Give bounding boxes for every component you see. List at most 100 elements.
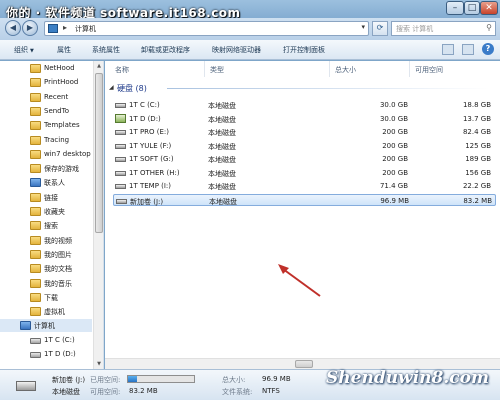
sidebar-item[interactable]: win7 desktop bbox=[0, 148, 92, 161]
group-divider bbox=[167, 88, 489, 89]
group-header-hard-disks[interactable]: 硬盘 (8) bbox=[117, 83, 147, 94]
properties-button[interactable]: 属性 bbox=[57, 45, 71, 55]
column-header-total-size[interactable]: 总大小 bbox=[330, 61, 410, 77]
sidebar-item[interactable]: Templates bbox=[0, 119, 92, 132]
drive-row[interactable]: 1T TEMP (I:) 本地磁盘 71.4 GB 22.2 GB bbox=[113, 180, 496, 192]
forward-button[interactable]: ▶ bbox=[22, 20, 38, 36]
chevron-down-icon[interactable]: ▾ bbox=[361, 23, 365, 31]
drive-type: 本地磁盘 bbox=[208, 129, 236, 137]
drive-icon bbox=[115, 143, 126, 149]
scroll-up-icon[interactable]: ▲ bbox=[94, 61, 103, 71]
sidebar-item[interactable]: 收藏夹 bbox=[0, 205, 92, 218]
sidebar-item[interactable]: 1T C (C:) bbox=[0, 334, 92, 347]
sidebar-item[interactable]: 1T D (D:) bbox=[0, 348, 92, 361]
breadcrumb-separator-icon[interactable]: ▸ bbox=[63, 23, 67, 32]
column-header-free-space[interactable]: 可用空间 bbox=[410, 61, 495, 77]
drive-row[interactable]: 1T PRO (E:) 本地磁盘 200 GB 82.4 GB bbox=[113, 126, 496, 138]
back-button[interactable]: ◀ bbox=[5, 20, 21, 36]
scrollbar-thumb[interactable] bbox=[295, 360, 313, 368]
sidebar-item[interactable]: 搜索 bbox=[0, 219, 92, 232]
folder-icon bbox=[30, 106, 41, 116]
drive-type: 本地磁盘 bbox=[208, 115, 236, 124]
sidebar-item[interactable]: Tracing bbox=[0, 134, 92, 147]
organize-button[interactable]: 组织 ▼ bbox=[14, 45, 34, 55]
folder-icon bbox=[30, 121, 41, 131]
sidebar-item-label: 我的文档 bbox=[44, 265, 72, 274]
sidebar-item[interactable]: SendTo bbox=[0, 105, 92, 118]
breadcrumb-computer[interactable]: 计算机 bbox=[75, 24, 96, 34]
collapse-arrow-icon[interactable]: ◢ bbox=[109, 84, 114, 91]
drive-row[interactable]: 1T C (C:) 本地磁盘 30.0 GB 18.8 GB bbox=[113, 99, 496, 111]
search-icon[interactable]: ⚲ bbox=[486, 23, 492, 32]
sidebar-item[interactable]: 保存的游戏 bbox=[0, 162, 92, 175]
sidebar-item[interactable]: 虚拟机 bbox=[0, 305, 92, 318]
sidebar-item[interactable]: 下载 bbox=[0, 291, 92, 304]
sidebar-item[interactable]: 我的文档 bbox=[0, 262, 92, 275]
column-header-name[interactable]: 名称 bbox=[110, 61, 205, 77]
drive-free-space: 83.2 MB bbox=[463, 196, 492, 205]
drive-row[interactable]: 新加卷 (J:) 本地磁盘 96.9 MB 83.2 MB bbox=[113, 193, 496, 206]
column-header-type[interactable]: 类型 bbox=[205, 61, 330, 77]
minimize-button[interactable]: – bbox=[446, 1, 464, 15]
folder-icon bbox=[30, 278, 41, 288]
details-drive-name: 新加卷 (J:) bbox=[52, 376, 86, 384]
drive-icon bbox=[30, 337, 41, 344]
drive-total-size: 200 GB bbox=[382, 168, 408, 177]
sidebar-item[interactable]: NetHood bbox=[0, 62, 92, 75]
drive-total-size: 200 GB bbox=[382, 141, 408, 150]
folder-icon bbox=[30, 192, 41, 202]
system-properties-button[interactable]: 系统属性 bbox=[92, 45, 120, 55]
drive-row[interactable]: 1T D (D:) 本地磁盘 30.0 GB 13.7 GB bbox=[113, 113, 496, 125]
search-input[interactable]: 搜索 计算机 ⚲ bbox=[391, 21, 496, 36]
drive-type: 本地磁盘 bbox=[208, 142, 236, 151]
scroll-down-icon[interactable]: ▼ bbox=[94, 359, 103, 369]
sidebar-item[interactable]: PrintHood bbox=[0, 76, 92, 89]
sidebar-item-label: 我的图片 bbox=[44, 250, 72, 259]
drive-total-size: 71.4 GB bbox=[379, 182, 408, 190]
help-icon[interactable]: ? bbox=[482, 43, 494, 55]
sidebar-item[interactable]: 我的图片 bbox=[0, 248, 92, 261]
drive-row[interactable]: 1T YULE (F:) 本地磁盘 200 GB 125 GB bbox=[113, 140, 496, 152]
drive-type: 本地磁盘 bbox=[208, 169, 236, 178]
drive-type: 本地磁盘 bbox=[208, 156, 236, 164]
refresh-button[interactable]: ⟳ bbox=[372, 21, 388, 36]
address-row: ◀ ▶ ▸ 计算机 ▾ ⟳ 搜索 计算机 ⚲ bbox=[0, 18, 500, 40]
uninstall-program-button[interactable]: 卸载或更改程序 bbox=[141, 45, 190, 55]
sidebar-item[interactable]: 链接 bbox=[0, 191, 92, 204]
drive-icon bbox=[30, 352, 41, 358]
drive-name: 1T C (C:) bbox=[129, 101, 160, 109]
address-bar[interactable]: ▸ 计算机 ▾ bbox=[44, 21, 369, 36]
sidebar-item-label: 下载 bbox=[44, 293, 58, 302]
map-network-drive-button[interactable]: 映射网络驱动器 bbox=[212, 45, 261, 55]
close-button[interactable]: ✕ bbox=[480, 1, 498, 15]
drive-free-space: 156 GB bbox=[465, 168, 491, 177]
drive-icon bbox=[115, 130, 126, 135]
sidebar-item[interactable]: 我的音乐 bbox=[0, 277, 92, 290]
drive-free-space: 13.7 GB bbox=[462, 114, 491, 123]
usage-bar-fill bbox=[128, 376, 138, 382]
drive-free-space: 189 GB bbox=[465, 155, 491, 163]
preview-pane-icon[interactable] bbox=[462, 44, 474, 55]
drive-type: 本地磁盘 bbox=[208, 183, 236, 191]
scrollbar-thumb[interactable] bbox=[95, 73, 103, 233]
drive-icon bbox=[115, 184, 126, 189]
drive-free-space: 18.8 GB bbox=[462, 101, 491, 109]
maximize-button[interactable]: □ bbox=[464, 1, 480, 15]
sidebar-item[interactable]: Recent bbox=[0, 91, 92, 104]
sidebar-item-label: Tracing bbox=[44, 135, 70, 144]
view-options-icon[interactable] bbox=[442, 44, 454, 55]
sidebar-item-label: 1T C (C:) bbox=[44, 335, 75, 344]
open-control-panel-button[interactable]: 打开控制面板 bbox=[283, 45, 325, 55]
file-list: 名称 类型 总大小 可用空间 ◢ 硬盘 (8) 1T C (C:) 本地磁盘 30.… bbox=[105, 61, 500, 369]
sidebar-item-label: 保存的游戏 bbox=[44, 165, 79, 174]
sidebar-item[interactable]: 计算机 bbox=[0, 319, 92, 333]
drive-free-space: 125 GB bbox=[465, 141, 491, 150]
sidebar-scrollbar[interactable]: ▲ ▼ bbox=[93, 61, 103, 369]
drive-row[interactable]: 1T OTHER (H:) 本地磁盘 200 GB 156 GB bbox=[113, 167, 496, 179]
sidebar-item[interactable]: 联系人 bbox=[0, 176, 92, 189]
drive-name: 1T OTHER (H:) bbox=[129, 168, 180, 177]
drive-row[interactable]: 1T SOFT (G:) 本地磁盘 200 GB 189 GB bbox=[113, 153, 496, 165]
drive-total-size: 200 GB bbox=[382, 155, 408, 163]
sidebar-item[interactable]: 我的视频 bbox=[0, 234, 92, 247]
drive-total-size: 200 GB bbox=[382, 128, 408, 136]
